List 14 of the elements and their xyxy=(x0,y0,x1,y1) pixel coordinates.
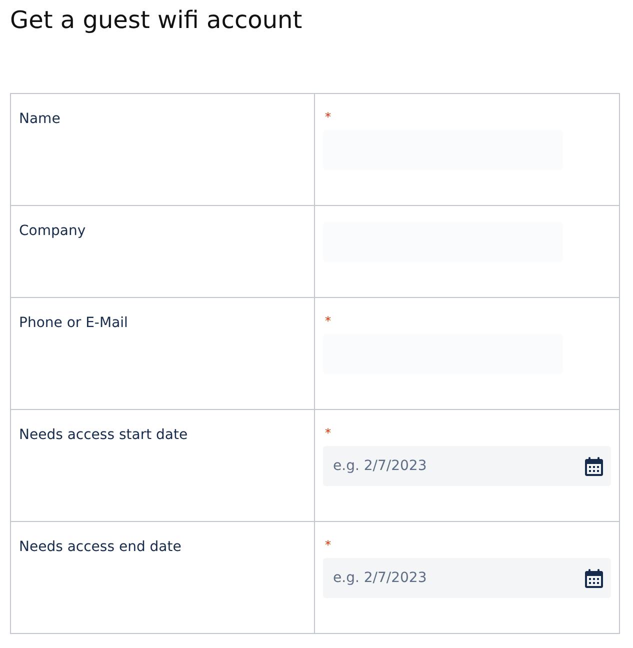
field-label: Needs access end date xyxy=(19,539,182,555)
field-label: Needs access start date xyxy=(19,427,188,443)
date-field[interactable]: e.g. 2/7/2023 xyxy=(323,558,611,598)
field-label: Name xyxy=(19,111,60,127)
required-asterisk: * xyxy=(325,313,331,330)
calendar-icon[interactable] xyxy=(585,457,603,476)
calendar-icon[interactable] xyxy=(585,569,603,588)
field-label: Phone or E-Mail xyxy=(19,315,128,331)
required-asterisk: * xyxy=(325,109,331,126)
date-field[interactable]: e.g. 2/7/2023 xyxy=(323,446,611,486)
field-label: Company xyxy=(19,223,86,239)
page-title: Get a guest wifi account xyxy=(10,5,304,34)
required-asterisk: * xyxy=(325,537,331,554)
required-asterisk: * xyxy=(325,425,331,442)
